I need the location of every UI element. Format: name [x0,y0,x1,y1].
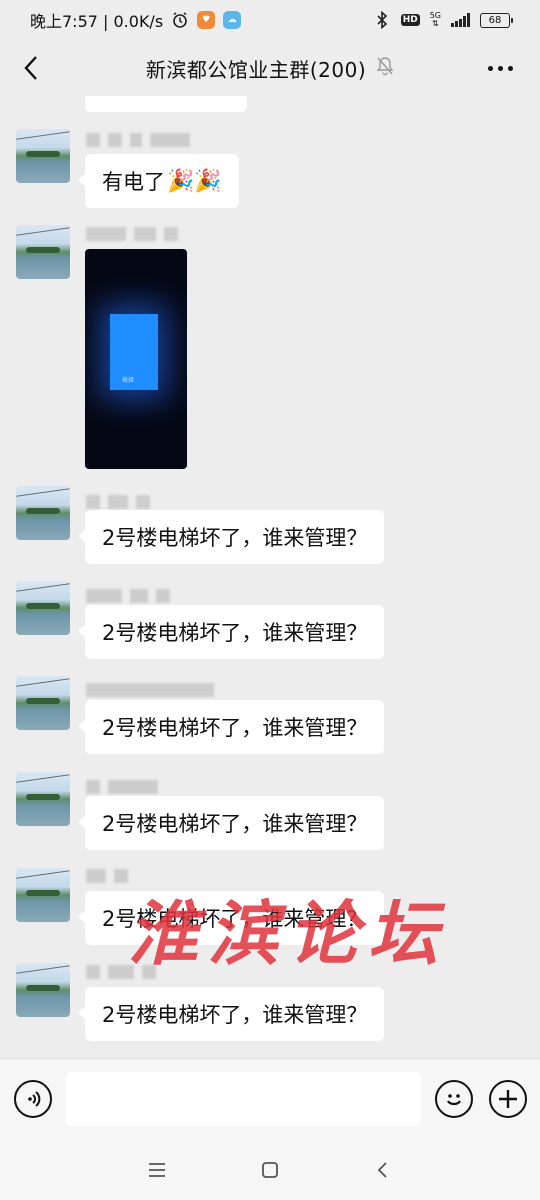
forum-watermark: 淮滨论坛 [128,892,448,975]
dot [487,65,493,71]
avatar[interactable] [16,225,70,279]
avatar[interactable] [16,772,70,826]
status-left: 晚上7:57 | 0.0K/s ♥ ☁ [30,8,242,32]
dot [497,65,503,71]
message-text: 2号楼电梯坏了，谁来管理？ [102,812,368,836]
phone-screen-glow: 按择 [110,314,158,390]
avatar[interactable] [16,581,70,635]
sender-nickname [86,682,214,698]
hd-icon: HD [400,14,420,26]
sender-nickname [86,588,170,604]
alarm-icon [171,11,189,29]
menu-icon [148,1163,165,1177]
page-title: 新滨都公馆业主群(200) [145,57,367,82]
signal-icon [451,13,470,27]
message-bubble[interactable]: 有电了 🎉🎉 [78,154,239,208]
cloud-app-icon: ☁ [223,11,242,29]
sender-nickname [86,779,158,795]
avatar[interactable] [16,129,70,183]
menu-nav-button[interactable] [137,1150,177,1190]
message-text: 2号楼电梯坏了，谁来管理？ [102,526,368,550]
battery-icon: 68 [480,12,513,28]
message-text: 2号楼电梯坏了，谁来管理？ [102,716,368,740]
message-bubble[interactable]: 2号楼电梯坏了，谁来管理？ [77,700,385,754]
app-notification-icon: ♥ [197,11,216,29]
party-popper-emoji: 🎉🎉 [167,168,222,194]
status-bar: 晚上7:57 | 0.0K/s ♥ ☁ HD 5G ⇅ 68 [0,0,540,40]
square-home-icon [262,1162,278,1178]
chat-header: 新滨都公馆业主群(200) [0,40,540,96]
more-options-button[interactable] [480,52,520,84]
message-bubble[interactable]: 2号楼电梯坏了，谁来管理？ [77,987,385,1041]
chevron-left-icon [378,1162,387,1178]
message-text: 2号楼电梯坏了，谁来管理？ [102,1003,368,1027]
chevron-left-icon [24,56,37,80]
sender-nickname [86,868,128,884]
avatar[interactable] [16,486,70,540]
previous-message-bubble[interactable] [85,96,247,112]
voice-icon [28,1091,41,1107]
emoji-button[interactable] [435,1080,473,1118]
message-bubble[interactable]: 2号楼电梯坏了，谁来管理？ [77,605,385,659]
message-bubble[interactable]: 2号楼电梯坏了，谁来管理？ [77,510,385,564]
message-text: 有电了 [102,170,165,194]
avatar[interactable] [16,676,70,730]
message-bubble[interactable]: 2号楼电梯坏了，谁来管理？ [77,796,385,850]
home-nav-button[interactable] [250,1150,290,1190]
plus-icon [499,1090,517,1108]
mute-bell-icon [376,56,394,80]
image-caption: 按择 [122,377,135,384]
sender-nickname [86,494,150,510]
voice-button[interactable] [14,1080,52,1118]
title-wrap: 新滨都公馆业主群(200) [146,54,394,83]
message-text: 2号楼电梯坏了，谁来管理？ [102,621,368,645]
image-message[interactable]: 按择 [85,249,187,469]
sender-nickname [86,226,178,242]
more-functions-button[interactable] [489,1080,527,1118]
avatar[interactable] [16,868,70,922]
status-right: HD 5G ⇅ 68 [373,11,513,29]
system-nav-bar [0,1140,540,1200]
battery-level: 68 [488,14,502,26]
avatar[interactable] [16,963,70,1017]
input-bar [0,1058,540,1140]
sender-nickname [86,132,190,148]
back-button[interactable] [16,52,48,84]
message-input[interactable] [66,1072,421,1126]
bluetooth-icon [373,11,391,29]
smiley-icon [447,1094,461,1106]
network-type-icon: 5G ⇅ [429,11,441,28]
dot [507,65,513,71]
status-time: 晚上7:57 | 0.0K/s [30,12,164,31]
back-nav-button[interactable] [363,1150,403,1190]
